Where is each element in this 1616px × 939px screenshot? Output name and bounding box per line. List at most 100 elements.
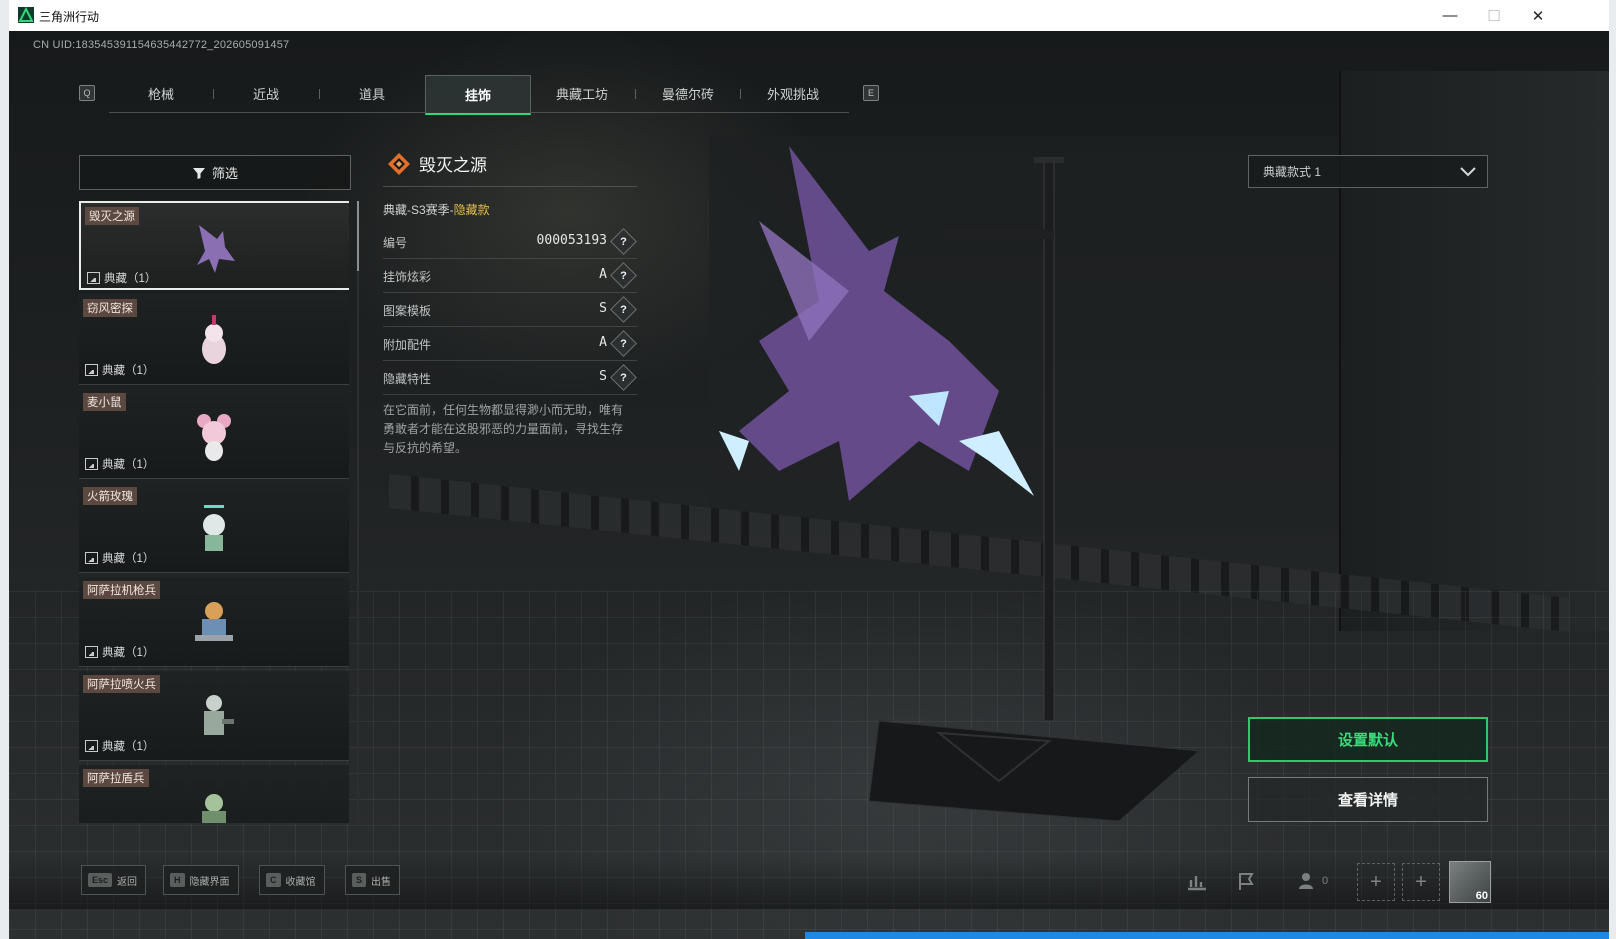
stat-value: S <box>599 369 607 384</box>
filter-button[interactable]: 筛选 <box>79 155 351 190</box>
hotkey-key: H <box>170 873 185 887</box>
tab-appearance-challenge[interactable]: 外观挑战 <box>741 75 845 112</box>
stat-row-attachment: 附加配件 A ? <box>383 327 637 361</box>
item-count: 典藏（1） <box>102 553 155 565</box>
charm-list[interactable]: 毁灭之源 典藏（1） 窃风密探 典藏（1） 麦小鼠 典藏（1） 火箭玫瑰 典藏（… <box>79 201 349 823</box>
stat-label: 图案模板 <box>383 304 432 318</box>
chevron-down-icon <box>1460 167 1476 177</box>
divider <box>383 186 637 187</box>
player-avatar[interactable]: 60 <box>1449 861 1491 903</box>
item-name: 窃风密探 <box>83 299 137 317</box>
style-dropdown[interactable]: 典藏款式 1 <box>1248 155 1488 188</box>
list-scrollbar[interactable] <box>357 201 359 823</box>
set-default-button[interactable]: 设置默认 <box>1248 717 1488 762</box>
tab-guns[interactable]: 枪械 <box>109 75 213 112</box>
item-count: 典藏（1） <box>102 459 155 471</box>
hotkey-label: 返回 <box>117 876 138 888</box>
list-item[interactable]: 窃风密探 典藏（1） <box>79 295 349 385</box>
charm-thumbnail-machine-gunner <box>195 602 233 641</box>
detail-title: 毁灭之源 <box>419 156 487 175</box>
list-item[interactable]: 麦小鼠 典藏（1） <box>79 389 349 479</box>
item-count: 典藏（1） <box>102 647 155 659</box>
collection-hotkey[interactable]: C 收藏馆 <box>259 865 325 895</box>
list-scrollbar-thumb[interactable] <box>357 201 359 271</box>
filter-label: 筛选 <box>211 166 238 181</box>
hotkey-key: C <box>266 873 281 887</box>
item-count: 典藏（1） <box>102 365 155 377</box>
hotkey-key: Esc <box>88 873 113 887</box>
hotkey-key: S <box>352 873 367 887</box>
tab-charms[interactable]: 挂饰 <box>425 75 531 115</box>
item-name: 阿萨拉盾兵 <box>83 769 149 787</box>
tab-items[interactable]: 道具 <box>320 75 424 112</box>
help-icon[interactable]: ? <box>610 364 637 391</box>
charm-thumbnail-shield-soldier <box>202 794 226 823</box>
flag-icon[interactable] <box>1231 867 1261 895</box>
rarity-diamond-icon <box>388 152 410 175</box>
hide-ui-hotkey[interactable]: H 隐藏界面 <box>163 865 239 895</box>
help-icon[interactable]: ? <box>610 296 637 323</box>
add-teammate-slot[interactable]: + <box>1357 863 1395 901</box>
detail-subtitle: 典藏-S3赛季-隐藏款 <box>383 201 490 218</box>
charm-thumbnail-rabbit <box>202 315 226 364</box>
desktop-taskbar-strip <box>805 932 1609 939</box>
charm-thumbnail-rocket-rose <box>203 505 225 551</box>
charm-showcase-model <box>719 146 1201 822</box>
list-item[interactable]: 火箭玫瑰 典藏（1） <box>79 483 349 573</box>
stat-label: 隐藏特性 <box>383 372 432 386</box>
item-name: 阿萨拉机枪兵 <box>83 581 160 599</box>
item-name: 火箭玫瑰 <box>83 487 137 505</box>
item-count: 典藏（1） <box>102 741 155 753</box>
stat-row-serial: 编号 000053193 ? <box>383 225 637 259</box>
item-description: 在它面前，任何生物都显得渺小而无助，唯有勇敢者才能在这股邪恶的力量面前，寻找生存… <box>383 403 624 455</box>
charm-thumbnail-flamethrower <box>204 695 234 735</box>
season-label: 典藏-S3赛季- <box>383 203 454 217</box>
sell-hotkey[interactable]: S 出售 <box>345 865 401 895</box>
charm-thumbnail-dragon <box>197 225 235 273</box>
list-item[interactable]: 阿萨拉喷火兵 典藏（1） <box>79 671 349 761</box>
list-item[interactable]: 阿萨拉机枪兵 典藏（1） <box>79 577 349 667</box>
stat-row-hidden-trait: 隐藏特性 S ? <box>383 361 637 395</box>
stat-row-color: 挂饰炫彩 A ? <box>383 259 637 293</box>
view-details-button[interactable]: 查看详情 <box>1248 777 1488 822</box>
window-titlebar[interactable]: 三角洲行动 — ☐ ✕ <box>9 0 1609 32</box>
friends-icon <box>1298 873 1313 889</box>
item-name: 阿萨拉喷火兵 <box>83 675 160 693</box>
stats-chart-icon[interactable] <box>1182 867 1212 895</box>
tab-next-key[interactable]: E <box>863 85 879 101</box>
friends-count: 0 <box>1321 875 1329 887</box>
style-dropdown-value: 典藏款式 1 <box>1263 165 1322 179</box>
tab-prev-key[interactable]: Q <box>79 85 95 101</box>
item-count: 典藏（1） <box>104 273 157 285</box>
close-button[interactable]: ✕ <box>1515 0 1561 31</box>
list-item[interactable]: 阿萨拉盾兵 <box>79 765 349 823</box>
tab-mandel-brick[interactable]: 曼德尔砖 <box>636 75 740 112</box>
add-teammate-slot[interactable]: + <box>1402 863 1440 901</box>
back-hotkey[interactable]: Esc 返回 <box>81 865 147 895</box>
desktop-background-right <box>1609 0 1616 939</box>
minimize-button[interactable]: — <box>1427 0 1473 31</box>
window-title: 三角洲行动 <box>39 10 100 24</box>
friends-button[interactable]: 0 <box>1291 867 1335 895</box>
detail-header: 毁灭之源 <box>387 151 487 176</box>
uid-label: CN UID:183545391154635442772_20260509145… <box>33 39 290 51</box>
item-name: 毁灭之源 <box>85 207 139 225</box>
help-icon[interactable]: ? <box>610 228 637 255</box>
stat-value: S <box>599 301 607 316</box>
game-viewport: CN UID:183545391154635442772_20260509145… <box>9 31 1609 939</box>
stat-value: A <box>599 335 607 350</box>
help-icon[interactable]: ? <box>610 262 637 289</box>
image-icon <box>85 646 98 658</box>
category-tabs: 枪械 近战 道具 挂饰 典藏工坊 曼德尔砖 外观挑战 <box>109 75 849 115</box>
tab-collection-workshop[interactable]: 典藏工坊 <box>530 75 634 112</box>
stat-label: 编号 <box>383 236 408 250</box>
help-icon[interactable]: ? <box>610 330 637 357</box>
image-icon <box>87 272 100 284</box>
stat-value: A <box>599 267 607 282</box>
tab-melee[interactable]: 近战 <box>214 75 318 112</box>
maximize-button[interactable]: ☐ <box>1471 0 1517 31</box>
hidden-variant-label: 隐藏款 <box>453 203 490 217</box>
list-item[interactable]: 毁灭之源 典藏（1） <box>79 201 349 290</box>
stat-label: 挂饰炫彩 <box>383 270 432 284</box>
hotkey-label: 隐藏界面 <box>189 876 230 888</box>
